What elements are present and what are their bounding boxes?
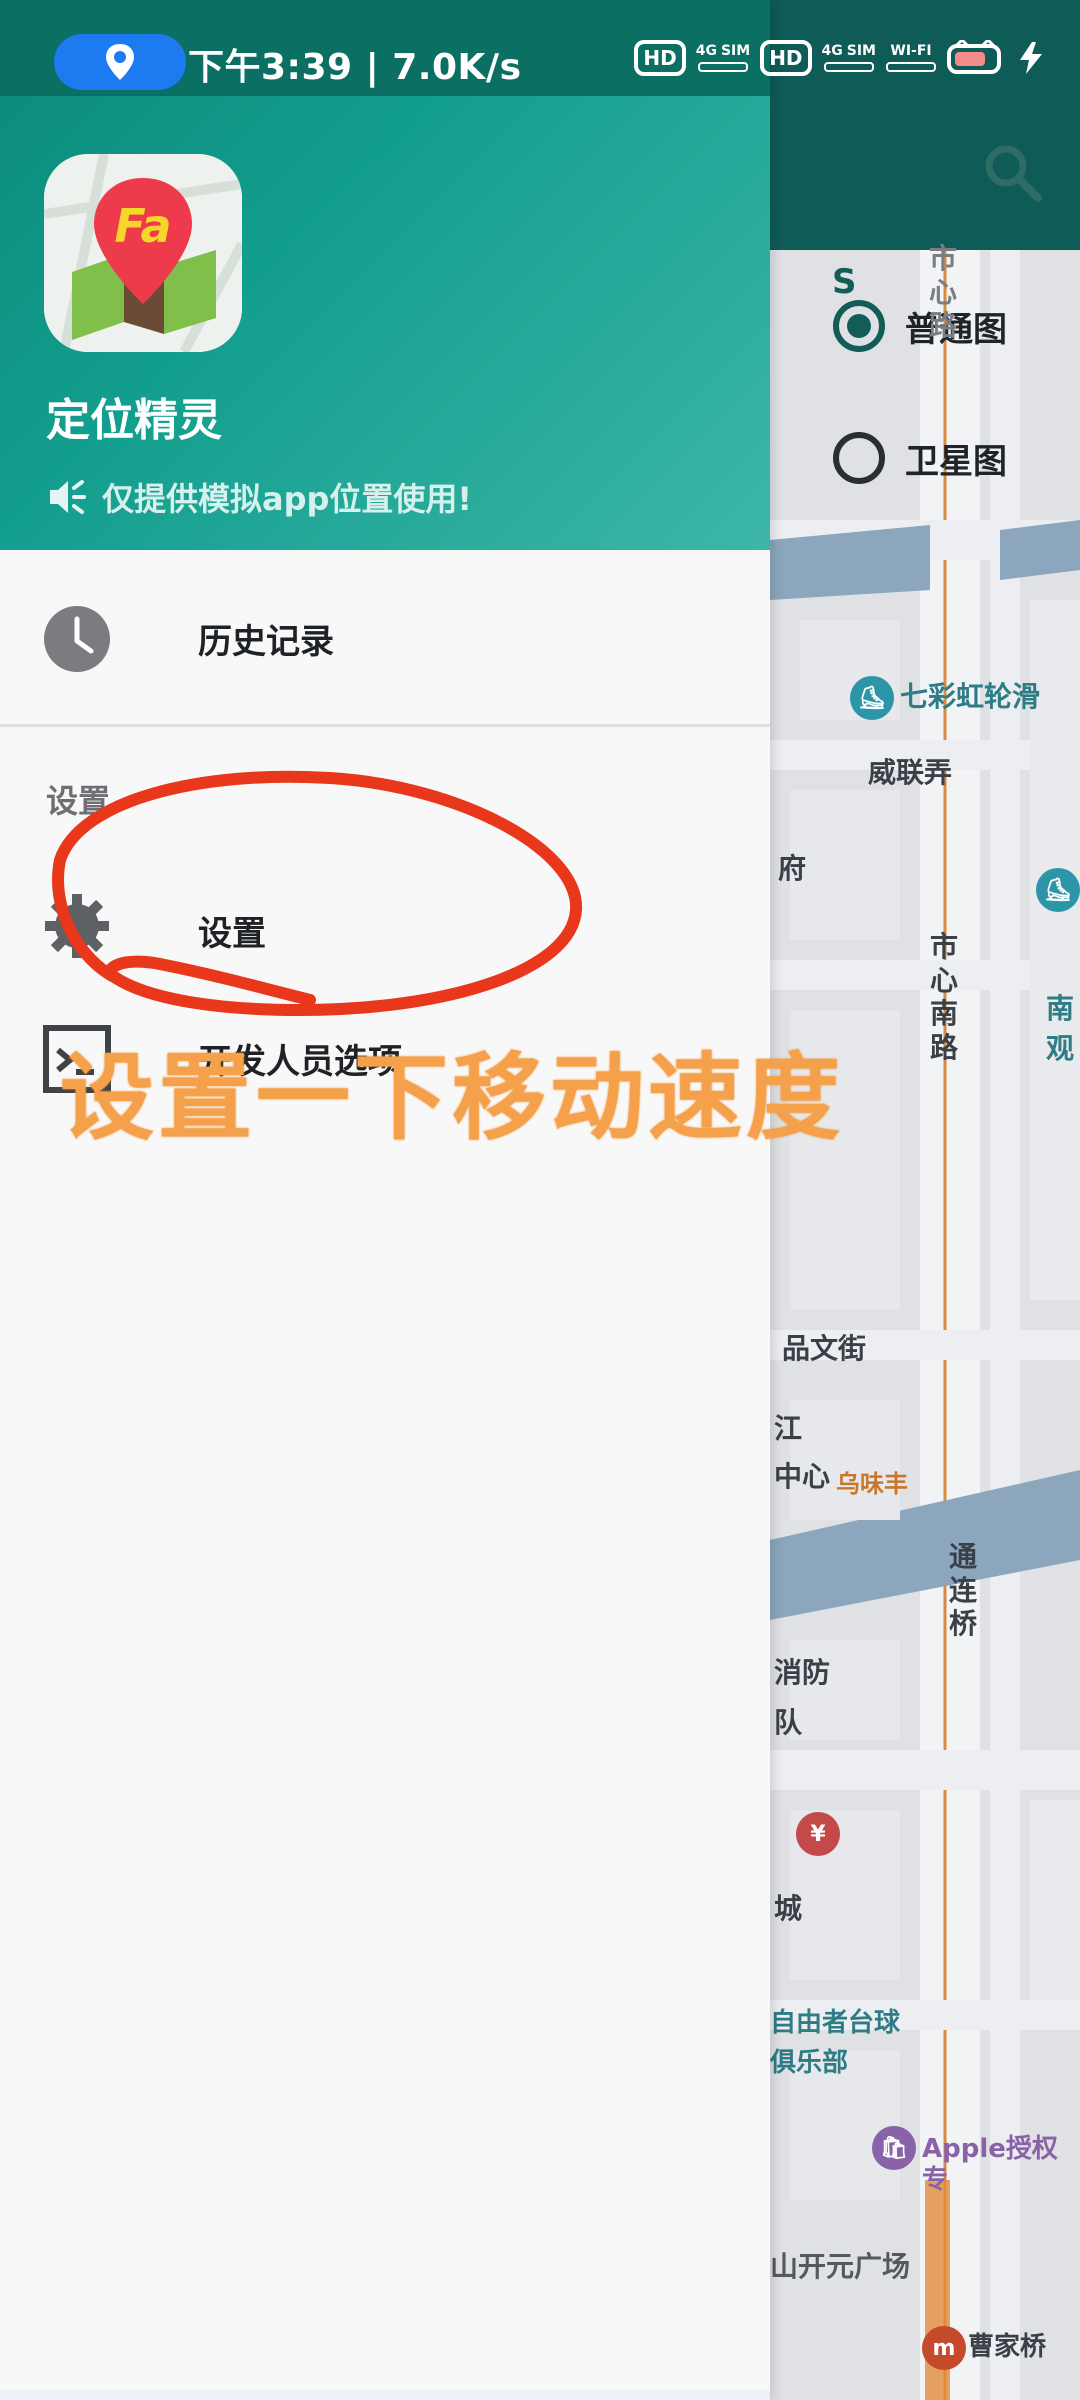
metro-station-icon[interactable]: m xyxy=(922,2326,966,2370)
hd-badge-2: HD xyxy=(760,40,812,76)
poi-dui: 队 xyxy=(774,1706,803,1739)
poi-kaiyuan: 山开元广场 xyxy=(770,2250,911,2283)
signal-sim2-icon: 4G SIM xyxy=(822,44,876,72)
gear-icon xyxy=(45,894,109,958)
section-header-settings: 设置 xyxy=(46,782,111,820)
battery-icon xyxy=(947,40,1001,74)
app-logo-icon: Fa xyxy=(44,154,242,352)
poi-skating[interactable]: 七彩虹轮滑 xyxy=(900,680,1040,714)
radio-satellite[interactable] xyxy=(833,432,885,484)
poi-fu: 府 xyxy=(778,852,807,885)
app-name: 定位精灵 xyxy=(46,395,222,446)
status-time-speed: 下午3:39 | 7.0K/s xyxy=(188,47,522,88)
maptype-satellite-label: 卫星图 xyxy=(905,441,1007,482)
poi-marker-icon[interactable]: ⛸ xyxy=(1036,868,1080,912)
poi-billiards[interactable]: 自由者台球 xyxy=(770,2008,900,2039)
menu-item-history[interactable]: 历史记录 xyxy=(0,588,770,688)
bank-poi-icon[interactable]: ¥ xyxy=(796,1812,840,1856)
notice-banner: 仅提供模拟app位置使用! xyxy=(46,474,472,520)
poi-guan: 观 xyxy=(1046,1032,1075,1065)
poi-wuweifeng[interactable]: 乌味丰 xyxy=(836,1470,908,1499)
annotation-caption: 设置一下移动速度 xyxy=(60,1044,845,1153)
menu-divider xyxy=(0,724,770,727)
clock-icon xyxy=(44,606,110,672)
navigation-drawer: Fa 定位精灵 仅提供模拟app位置使用! 历史记录 设置 设置 开发人员选项 xyxy=(0,0,770,2400)
location-pill[interactable] xyxy=(54,34,186,90)
poi-xiaofang: 消防 xyxy=(774,1656,831,1689)
road-label-pinwen: 品文街 xyxy=(782,1332,867,1365)
poi-weilian: 威联弄 xyxy=(868,756,953,789)
search-icon[interactable] xyxy=(980,140,1044,204)
apple-store-icon[interactable]: 🛍 xyxy=(872,2126,916,2170)
signal-sim1-icon: 4G SIM xyxy=(696,44,750,72)
road-label-top: 市心路 xyxy=(928,242,957,343)
poi-cheng: 城 xyxy=(774,1892,803,1925)
menu-settings-label: 设置 xyxy=(198,914,266,954)
maptype-satellite[interactable]: 卫星图 xyxy=(833,432,1007,484)
speaker-icon xyxy=(50,480,86,514)
poi-apple[interactable]: Apple授权专 xyxy=(922,2134,1080,2196)
bottom-strip xyxy=(0,2390,770,2400)
svg-text:Fa: Fa xyxy=(114,199,171,253)
charging-icon xyxy=(1020,42,1042,74)
poi-nan: 南 xyxy=(1046,992,1075,1025)
poi-caojiaqiao[interactable]: 曹家桥 xyxy=(968,2332,1046,2363)
poi-club: 俱乐部 xyxy=(770,2048,849,2078)
skating-poi-icon[interactable]: ⛸ xyxy=(850,676,894,720)
location-pin-icon xyxy=(106,44,134,80)
menu-history-label: 历史记录 xyxy=(198,622,334,662)
hd-badge-1: HD xyxy=(634,40,686,76)
system-icons: HD 4G SIM HD 4G SIM WI-FI xyxy=(634,40,1046,76)
wifi-icon: WI-FI xyxy=(886,44,936,72)
status-bar: 下午3:39 | 7.0K/s HD 4G SIM HD 4G SIM WI-FI xyxy=(0,0,1080,96)
notice-text: 仅提供模拟app位置使用! xyxy=(102,480,473,518)
poi-center: 中心 xyxy=(774,1460,831,1493)
menu-item-settings[interactable]: 设置 xyxy=(0,876,770,976)
maptype-normal[interactable]: 普通图 xyxy=(833,300,1007,352)
poi-jiang: 江 xyxy=(774,1412,803,1445)
road-label-south: 市心南路 xyxy=(929,930,958,1064)
radio-normal[interactable] xyxy=(833,300,885,352)
metro-s-icon: S xyxy=(832,262,857,302)
road-label-tonglian: 通连桥 xyxy=(948,1540,977,1641)
